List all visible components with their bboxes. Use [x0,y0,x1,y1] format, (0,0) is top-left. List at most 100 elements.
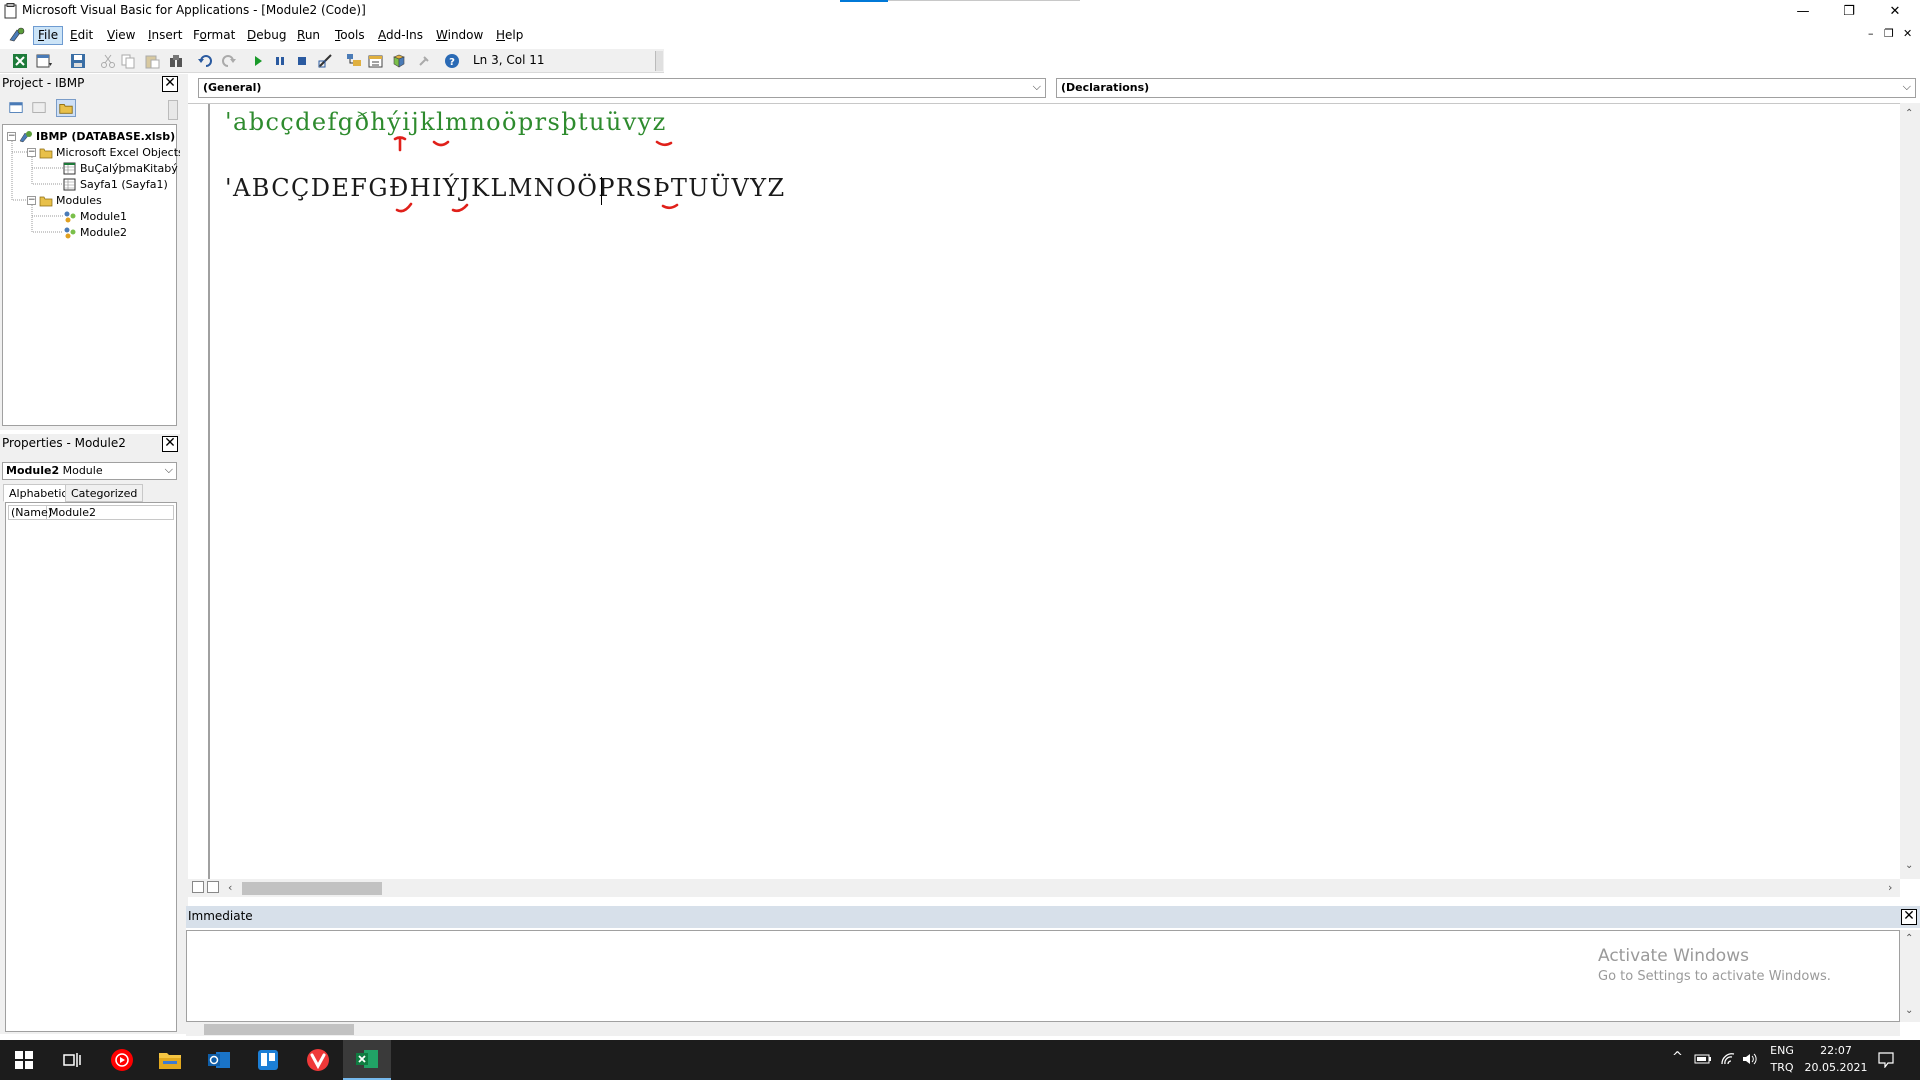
project-explorer-close-button[interactable]: ✕ [162,76,178,92]
find-icon[interactable] [168,53,184,69]
close-button[interactable]: ✕ [1872,0,1918,22]
copy-icon[interactable] [120,53,136,69]
help-icon[interactable]: ? [444,53,460,69]
minimize-icon: — [1796,3,1810,19]
volume-icon[interactable] [1742,1052,1758,1066]
undo-icon[interactable] [198,53,214,69]
text-caret [601,177,602,205]
cursor-position: Ln 3, Col 11 [473,53,545,67]
task-view-button[interactable] [48,1040,96,1080]
snap-indicator [840,0,888,2]
start-button[interactable] [0,1040,48,1080]
project-explorer-icon[interactable] [346,53,362,69]
battery-icon[interactable] [1694,1053,1712,1065]
scroll-up-icon[interactable]: ⌃ [1905,933,1913,944]
procedure-dropdown[interactable]: (Declarations) ⌵ [1056,78,1916,98]
property-key: (Name) [11,506,53,519]
toolbar-grip[interactable] [655,51,663,71]
redo-icon[interactable] [220,53,236,69]
restore-button[interactable]: ❐ [1826,0,1872,22]
menu-tools[interactable]: Tools [330,26,370,45]
immediate-horizontal-scrollbar[interactable] [186,1022,1900,1036]
code-horizontal-scrollbar[interactable]: ‹ › [188,879,1900,897]
code-line-1[interactable]: 'abcçdefgðhýijklmnoöprsþtuüvyz [225,108,667,136]
excel-view-icon[interactable] [12,53,28,69]
menu-view[interactable]: View [102,26,140,45]
mdi-close-button[interactable]: ✕ [1903,27,1912,40]
mdi-restore-button[interactable]: ❐ [1884,27,1894,40]
menu-insert[interactable]: Insert [143,26,187,45]
scroll-left-icon[interactable]: ‹ [228,881,232,894]
code-line-3[interactable]: 'ABCÇDEFGÐHIÝJKLMNOÖPRSÞTUÜVYZ [225,174,786,202]
menu-edit[interactable]: Edit [65,26,98,45]
tab-alphabetic[interactable]: Alphabetic [3,484,74,502]
object-dropdown[interactable]: (General) ⌵ [198,78,1046,98]
cut-icon[interactable] [100,53,116,69]
menu-help[interactable]: Help [491,26,528,45]
view-code-icon[interactable] [6,99,26,117]
menu-debug[interactable]: Debug [242,26,291,45]
property-row[interactable]: (Name) Module2 [8,505,174,520]
menu-add-ins[interactable]: Add-Ins [373,26,428,45]
show-hidden-icons-button[interactable]: ^ [1672,1050,1683,1065]
procedure-view-button[interactable] [192,881,204,893]
run-icon[interactable] [250,53,266,69]
menu-window[interactable]: Window [431,26,488,45]
input-language[interactable]: ENG TRQ [1768,1044,1796,1074]
menu-format[interactable]: Format [188,26,240,45]
clock[interactable]: 22:07 20.05.2021 [1804,1044,1868,1074]
taskbar-vivaldi[interactable] [294,1040,342,1080]
properties-icon[interactable] [368,53,384,69]
annotation-mark [661,203,679,210]
project-explorer-scroll[interactable] [168,100,178,120]
taskbar-youtube-music[interactable] [98,1040,146,1080]
full-module-view-button[interactable] [207,881,219,893]
tree-node-sheet[interactable]: Sayfa1 (Sayfa1) [63,176,168,192]
toolbox-icon[interactable] [416,53,432,69]
property-value[interactable]: Module2 [47,506,96,519]
taskbar-outlook[interactable] [195,1040,243,1080]
scroll-thumb[interactable] [242,882,382,895]
reset-icon[interactable] [294,53,310,69]
window-title: Microsoft Visual Basic for Applications … [22,3,366,17]
code-margin[interactable] [188,104,210,880]
scroll-up-icon[interactable]: ⌃ [1905,108,1913,119]
tree-node-workbook[interactable]: BuÇalýþmaKitabý [63,160,178,176]
code-editor[interactable]: 'abcçdefgðhýijklmnoöprsþtuüvyz 'ABCÇDEFG… [188,103,1900,880]
insert-module-icon[interactable] [36,53,52,69]
mdi-minimize-button[interactable]: – [1868,27,1874,40]
scroll-right-icon[interactable]: › [1888,881,1892,894]
design-mode-icon[interactable] [317,53,333,69]
annotation-mark [432,140,450,147]
tab-categorized[interactable]: Categorized [65,484,144,502]
immediate-close-button[interactable]: ✕ [1901,909,1917,925]
scroll-thumb[interactable] [204,1024,354,1035]
save-icon[interactable] [70,53,86,69]
project-explorer-title: Project - IBMP [2,76,85,90]
object-browser-icon[interactable] [392,53,408,69]
trello-icon [258,1050,278,1070]
view-object-icon[interactable] [29,99,49,117]
scroll-down-icon[interactable]: ⌄ [1905,1005,1913,1016]
scroll-down-icon[interactable]: ⌄ [1905,860,1913,871]
object-selector[interactable]: Module2 Module ⌵ [2,462,177,480]
panel-splitter[interactable] [180,74,188,1034]
properties-close-button[interactable]: ✕ [162,436,178,452]
paste-icon[interactable] [144,53,160,69]
wifi-icon[interactable] [1720,1052,1736,1066]
object-dropdown-value: (General) [203,81,262,94]
annotation-mark [393,136,407,152]
taskbar-trello[interactable] [244,1040,292,1080]
vba-menu-icon[interactable] [8,26,26,44]
break-icon[interactable] [272,53,288,69]
immediate-vertical-scrollbar[interactable]: ⌃ ⌄ [1900,930,1920,1022]
tree-label: Module1 [80,209,127,223]
notifications-icon[interactable] [1878,1052,1894,1068]
toggle-folders-icon[interactable] [56,99,76,117]
menu-file[interactable]: File [33,26,64,45]
taskbar-file-explorer[interactable] [146,1040,194,1080]
taskbar-excel[interactable] [343,1040,391,1080]
code-vertical-scrollbar[interactable]: ⌃ ⌄ [1900,103,1920,879]
menu-run[interactable]: Run [292,26,325,45]
minimize-button[interactable]: — [1780,0,1826,22]
